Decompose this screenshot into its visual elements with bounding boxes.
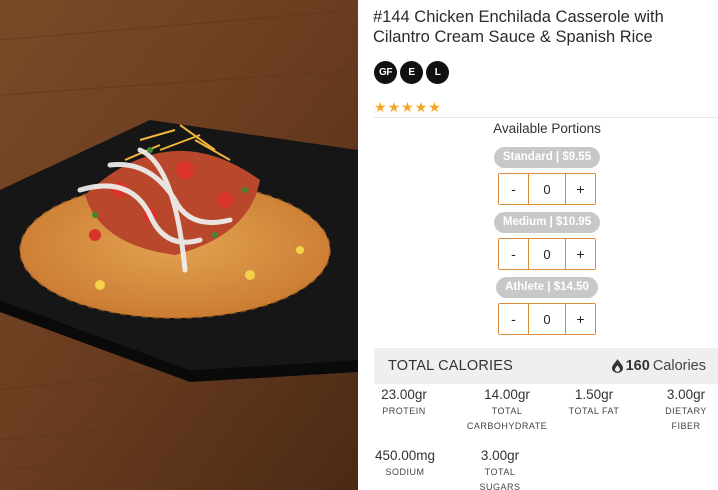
nutrition-value: 14.00gr: [484, 387, 530, 402]
nutrition-fiber: 3.00gr DIETARY FIBER: [654, 387, 718, 434]
portion-standard: Standard | $9.55 - 0 +: [358, 147, 718, 205]
increment-button[interactable]: +: [566, 174, 595, 204]
nutrition-carbohydrate: 14.00gr TOTAL CARBOHYDRATE: [461, 387, 553, 434]
calories-value-group: 160 Calories: [611, 358, 706, 374]
flame-icon: [611, 359, 623, 373]
star-icon: ★: [401, 99, 414, 115]
nutrition-label: PROTEIN: [382, 406, 426, 416]
product-title: #144 Chicken Enchilada Casserole with Ci…: [373, 8, 664, 46]
nutrition-label: TOTAL CARBOHYDRATE: [466, 406, 548, 431]
nutrition-value: 3.00gr: [666, 387, 706, 402]
divider: [374, 117, 718, 118]
nutrition-fat: 1.50gr TOTAL FAT: [561, 387, 627, 419]
calories-label: TOTAL CALORIES: [388, 358, 514, 374]
nutrition-protein: 23.00gr PROTEIN: [372, 387, 436, 419]
star-icon: ★: [414, 99, 428, 115]
decrement-button[interactable]: -: [499, 239, 528, 269]
nutrition-sugars: 3.00gr TOTAL SUGARS: [468, 448, 532, 490]
portion-label: Athlete | $14.50: [496, 277, 598, 298]
decrement-button[interactable]: -: [499, 304, 528, 334]
quantity-stepper: - 0 +: [498, 303, 596, 335]
nutrition-label: DIETARY FIBER: [665, 406, 707, 431]
nutrition-label: TOTAL SUGARS: [479, 467, 521, 490]
total-calories-bar: TOTAL CALORIES 160 Calories: [374, 348, 718, 384]
portions-heading: Available Portions: [493, 121, 601, 136]
increment-button[interactable]: +: [566, 239, 595, 269]
nutrition-sodium: 450.00mg SODIUM: [370, 448, 440, 480]
rating-stars[interactable]: ★ ★ ★ ★ ★: [374, 99, 441, 115]
quantity-input[interactable]: 0: [528, 304, 566, 334]
diet-tags: GF E L: [374, 61, 449, 84]
product-detail-panel: #144 Chicken Enchilada Casserole with Ci…: [358, 0, 718, 490]
quantity-stepper: - 0 +: [498, 238, 596, 270]
tag-l: L: [426, 61, 449, 84]
quantity-input[interactable]: 0: [528, 239, 566, 269]
portion-label: Standard | $9.55: [493, 147, 601, 168]
meal-photo: [0, 0, 358, 490]
increment-button[interactable]: +: [566, 304, 595, 334]
portion-medium: Medium | $10.95 - 0 +: [358, 212, 718, 270]
calories-value: 160: [625, 358, 650, 374]
nutrition-value: 23.00gr: [381, 387, 427, 402]
nutrition-label: SODIUM: [385, 467, 425, 477]
nutrition-value: 1.50gr: [574, 387, 614, 402]
star-icon: ★: [387, 99, 401, 115]
tag-e: E: [400, 61, 423, 84]
star-icon: ★: [374, 99, 387, 115]
nutrition-value: 3.00gr: [480, 448, 520, 463]
quantity-input[interactable]: 0: [528, 174, 566, 204]
star-icon: ★: [428, 99, 441, 115]
gluten-free-tag: GF: [374, 61, 397, 84]
nutrition-label: TOTAL FAT: [568, 406, 620, 416]
nutrition-value: 450.00mg: [374, 448, 436, 463]
portion-athlete: Athlete | $14.50 - 0 +: [358, 277, 718, 335]
decrement-button[interactable]: -: [499, 174, 528, 204]
calories-unit: Calories: [652, 358, 706, 374]
portion-label: Medium | $10.95: [493, 212, 601, 233]
quantity-stepper: - 0 +: [498, 173, 596, 205]
